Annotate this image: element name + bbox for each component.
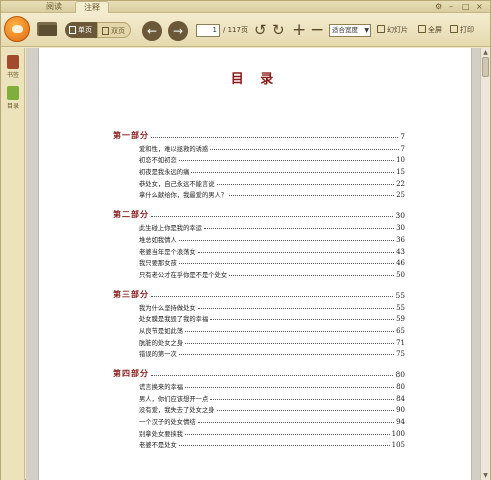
toc-entry[interactable]: 没有爱，我失去了处女之身 90 xyxy=(113,403,405,414)
toc-entry[interactable]: 爱和性，难以拯救的诱惑 7 xyxy=(113,141,405,153)
toc-entry[interactable]: 老婆当年是个浪荡女 43 xyxy=(113,244,405,256)
fullscreen-button[interactable]: 全屏 xyxy=(418,24,442,37)
toc-entry[interactable]: 处女膜是我毁了我的幸福 59 xyxy=(113,312,405,323)
toc-part: 第一部分 7 爱和性，难以拯救的诱惑 7 初恋不如初恋 10 初夜是我永远的痛 15 恭… xyxy=(113,125,405,199)
toc-entry[interactable]: 初夜是我永远的痛 15 xyxy=(113,164,405,176)
toc-part-heading[interactable]: 第一部分 7 xyxy=(113,125,405,141)
double-page-icon xyxy=(102,27,109,35)
toc-part-heading[interactable]: 第三部分 55 xyxy=(113,284,405,300)
settings-icon[interactable]: ⚙ xyxy=(435,2,442,12)
single-page-icon xyxy=(69,26,76,34)
reader-window: 阅读 注释 ⚙ – □ × 单页 双页 ← → 1 / 117页 ↺ ↻ + − xyxy=(0,0,491,480)
page-number-input[interactable]: 1 xyxy=(196,24,220,37)
document-page: 目 录 第一部分 7 爱和性，难以拯救的诱惑 7 初恋不如初恋 10 初夜是我永远的痛… xyxy=(38,48,472,480)
chevron-down-icon: ▼ xyxy=(364,27,369,34)
toc-part: 第三部分 55 我为什么坚持做处女 55 处女膜是我毁了我的幸福 59 从良节是如此荡… xyxy=(113,284,405,358)
double-page-button[interactable]: 双页 xyxy=(97,22,131,38)
toc-entry[interactable]: 谎言换来的幸福 80 xyxy=(113,379,405,391)
toc-entry[interactable]: 肮脏的处女之身 71 xyxy=(113,335,405,347)
sidebar-item-bookmarks[interactable]: 书签 xyxy=(3,55,23,79)
toc-entry[interactable]: 我只要那女孩 46 xyxy=(113,256,405,267)
slideshow-label: 幻灯片 xyxy=(387,26,408,34)
toc-entry[interactable]: 错误的第一次 75 xyxy=(113,347,405,358)
vertical-scrollbar[interactable]: ▲ ▼ xyxy=(480,48,490,480)
toc-entry[interactable]: 我为什么坚持做处女 55 xyxy=(113,300,405,312)
toc-part-heading[interactable]: 第二部分 30 xyxy=(113,204,405,220)
toc-entry[interactable]: 初恋不如初恋 10 xyxy=(113,153,405,164)
zoom-value: 适合宽度 xyxy=(332,26,358,34)
tab-annotate[interactable]: 注释 xyxy=(75,1,109,13)
tab-strip: 阅读 注释 ⚙ – □ × xyxy=(1,1,490,13)
zoom-out-icon[interactable]: − xyxy=(310,22,324,39)
print-button[interactable]: 打印 xyxy=(450,24,474,37)
slideshow-button[interactable]: 幻灯片 xyxy=(377,24,408,37)
toc-part: 第四部分 80 谎言换来的幸福 80 男人，你们应该想开一点 84 没有爱，我失去了处… xyxy=(113,363,405,449)
single-page-button[interactable]: 单页 xyxy=(65,22,97,38)
page-view-toggle: 单页 双页 xyxy=(65,22,131,38)
toc-entry[interactable]: 从良节是如此荡 65 xyxy=(113,323,405,335)
toc-entry[interactable]: 此生碰上你是我的幸运 30 xyxy=(113,220,405,232)
maximize-icon[interactable]: □ xyxy=(462,2,470,12)
bookmark-icon xyxy=(7,55,19,69)
sidebar: 书签 目录 xyxy=(1,48,25,480)
toc-entry[interactable]: 恭处女，自己永远不能言说 22 xyxy=(113,176,405,188)
toolbar: 单页 双页 ← → 1 / 117页 ↺ ↻ + − 适合宽度 ▼ 幻灯片 全屏… xyxy=(1,13,490,47)
toc-part: 第二部分 30 此生碰上你是我的幸运 30 堆总如我情人 36 老婆当年是个浪荡女 43… xyxy=(113,204,405,278)
rotate-left-icon[interactable]: ↺ xyxy=(254,22,267,38)
sidebar-item-label: 目录 xyxy=(6,103,19,110)
toc-entry[interactable]: 老婆不是处女 105 xyxy=(113,438,405,449)
scrollbar-thumb[interactable] xyxy=(482,57,489,77)
sidebar-item-toc[interactable]: 目录 xyxy=(3,86,23,110)
fullscreen-icon xyxy=(418,25,426,33)
toc-entry[interactable]: 堆总如我情人 36 xyxy=(113,232,405,244)
toc-entry[interactable]: 只有老公才在乎你是不是个处女 50 xyxy=(113,267,405,279)
toc-entry[interactable]: 别拿处女要挟我 100 xyxy=(113,426,405,438)
toc-entry[interactable]: 拿什么献给你，我最爱的男人？ 25 xyxy=(113,188,405,199)
toc-icon xyxy=(7,86,19,100)
next-page-button[interactable]: → xyxy=(168,21,188,41)
close-icon[interactable]: × xyxy=(476,2,483,12)
open-folder-icon[interactable] xyxy=(37,20,57,36)
double-page-label: 双页 xyxy=(111,27,125,35)
page-total: / 117页 xyxy=(223,26,248,34)
tab-read[interactable]: 阅读 xyxy=(37,1,71,13)
zoom-in-icon[interactable]: + xyxy=(292,22,306,39)
app-logo-icon[interactable] xyxy=(4,16,30,42)
scroll-down-icon[interactable]: ▼ xyxy=(481,471,490,480)
toc-entry[interactable]: 男人，你们应该想开一点 84 xyxy=(113,391,405,403)
rotate-right-icon[interactable]: ↻ xyxy=(272,22,285,38)
document-view[interactable]: 目 录 第一部分 7 爱和性，难以拯救的诱惑 7 初恋不如初恋 10 初夜是我永远的痛… xyxy=(26,48,480,480)
printer-icon xyxy=(450,25,458,33)
slideshow-icon xyxy=(377,25,385,33)
fullscreen-label: 全屏 xyxy=(428,26,442,34)
print-label: 打印 xyxy=(460,26,474,34)
sidebar-item-label: 书签 xyxy=(6,72,19,79)
table-of-contents: 第一部分 7 爱和性，难以拯救的诱惑 7 初恋不如初恋 10 初夜是我永远的痛 15 恭… xyxy=(113,120,405,449)
toc-entry[interactable]: 一个汉子的处女情结 94 xyxy=(113,414,405,426)
zoom-select[interactable]: 适合宽度 ▼ xyxy=(329,24,371,37)
minimize-icon[interactable]: – xyxy=(449,2,453,12)
page-title: 目 录 xyxy=(230,72,280,87)
toc-part-heading[interactable]: 第四部分 80 xyxy=(113,363,405,379)
single-page-label: 单页 xyxy=(78,26,92,34)
prev-page-button[interactable]: ← xyxy=(142,21,162,41)
scroll-up-icon[interactable]: ▲ xyxy=(481,48,490,57)
